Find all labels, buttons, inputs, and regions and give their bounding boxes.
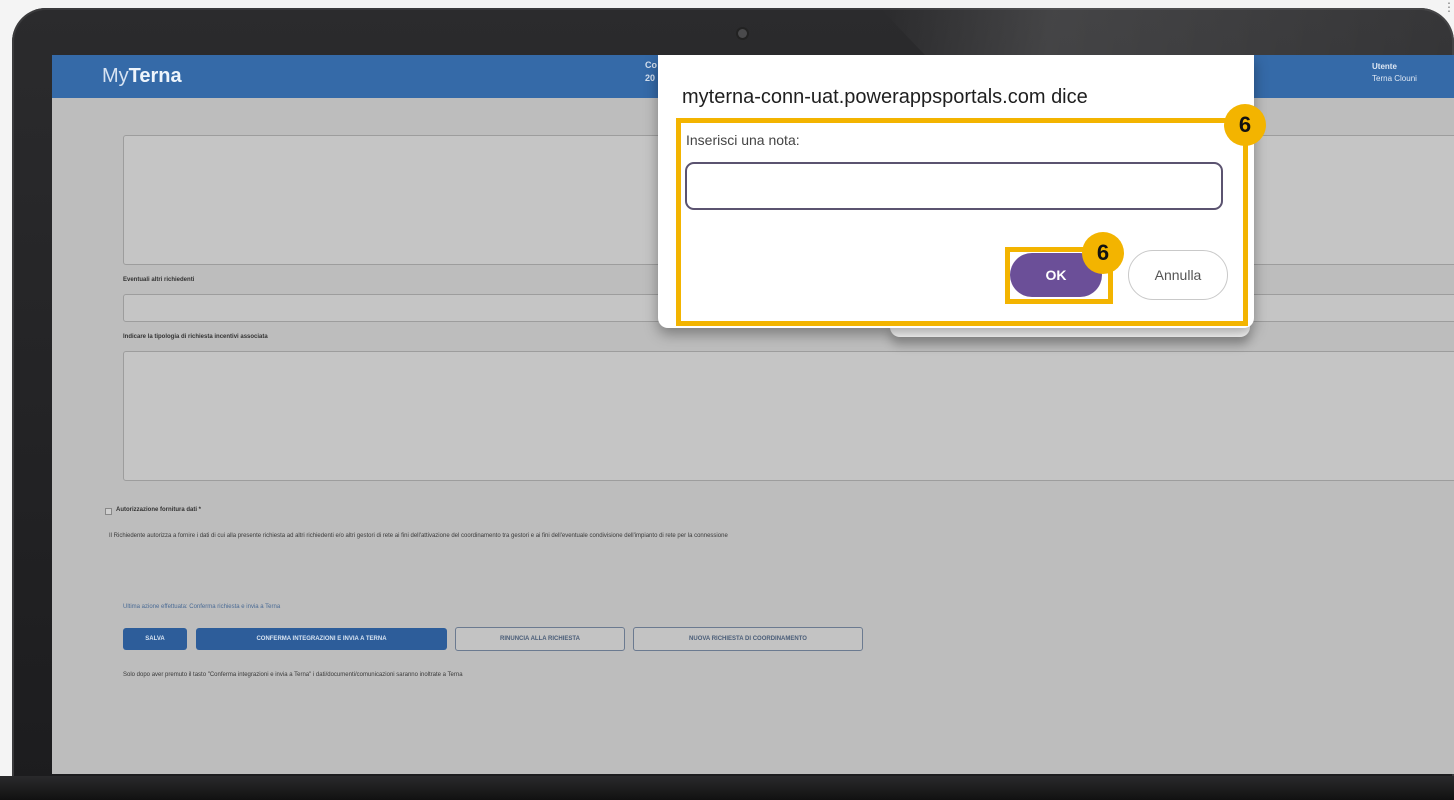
laptop-base <box>0 776 1454 800</box>
waive-request-button[interactable]: RINUNCIA ALLA RICHIESTA <box>455 627 625 651</box>
confirm-send-button[interactable]: CONFERMA INTEGRAZIONI E INVIA A TERNA <box>196 628 447 650</box>
footer-note: Solo dopo aver premuto il tasto "Conferm… <box>123 672 463 678</box>
corner-dots-icon: ⋮ <box>1443 0 1454 14</box>
step-badge-ok: 6 <box>1082 232 1124 274</box>
user-menu[interactable]: Utente Terna Clouni <box>1372 61 1417 85</box>
bezel-reflection <box>880 8 1454 56</box>
user-label: Utente <box>1372 62 1397 71</box>
authorization-text: Il Richiedente autorizza a fornire i dat… <box>109 533 728 539</box>
webcam-icon <box>738 29 747 38</box>
incentive-type-label: Indicare la tipologia di richiesta incen… <box>123 334 268 340</box>
step-highlight-frame <box>676 118 1248 326</box>
myterna-logo[interactable]: MyTerna <box>102 65 182 88</box>
dialog-title: myterna-conn-uat.powerappsportals.com di… <box>682 86 1088 108</box>
authorization-checkbox[interactable] <box>105 508 112 515</box>
header-context-line2: 20 <box>645 73 656 83</box>
new-coordination-request-button[interactable]: NUOVA RICHIESTA DI COORDINAMENTO <box>633 627 863 651</box>
user-name: Terna Clouni <box>1372 74 1417 83</box>
header-context-line1: Co <box>645 60 657 70</box>
other-applicants-label: Eventuali altri richiedenti <box>123 277 195 283</box>
step-badge-frame: 6 <box>1224 104 1266 146</box>
header-context: Co 20 <box>645 59 657 85</box>
last-action-status: Ultima azione effettuata: Conferma richi… <box>123 604 281 610</box>
authorization-label: Autorizzazione fornitura dati * <box>116 507 202 513</box>
save-button[interactable]: SALVA <box>123 628 187 650</box>
incentive-type-textarea[interactable] <box>123 351 1454 481</box>
